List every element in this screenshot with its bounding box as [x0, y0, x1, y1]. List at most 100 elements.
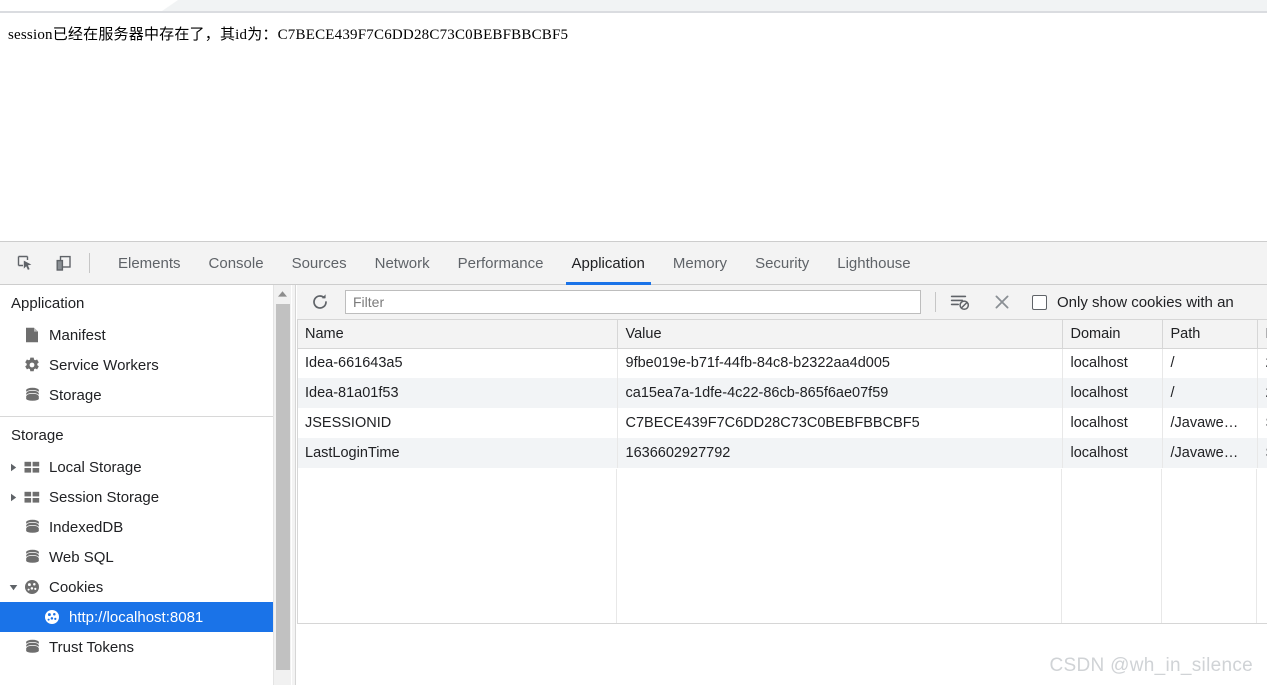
- only-show-issues-checkbox-row[interactable]: Only show cookies with an: [1032, 294, 1234, 311]
- database-icon: [22, 386, 42, 404]
- chevron-right-icon[interactable]: [6, 460, 20, 474]
- cell-domain: localhost: [1062, 378, 1163, 408]
- application-sidebar: Application Manifest Service Workers Sto…: [0, 285, 273, 685]
- grid-empty-area: [297, 469, 1267, 623]
- devtools-panel: Elements Console Sources Network Perform…: [0, 241, 1267, 685]
- device-toolbar-icon[interactable]: [49, 249, 77, 277]
- table-icon: [22, 488, 42, 506]
- sidebar-item-trust-tokens[interactable]: Trust Tokens: [0, 632, 273, 662]
- table-row[interactable]: Idea-81a01f53 ca15ea7a-1dfe-4c22-86cb-86…: [297, 378, 1267, 408]
- cell-path: /: [1162, 378, 1258, 408]
- cell-domain: localhost: [1062, 348, 1163, 378]
- tab-sources[interactable]: Sources: [278, 242, 361, 285]
- sidebar-item-label: IndexedDB: [49, 518, 124, 536]
- scroll-up-arrow-icon[interactable]: [274, 285, 291, 302]
- sidebar-item-web-sql[interactable]: Web SQL: [0, 542, 273, 572]
- cookies-toolbar: Only show cookies with an: [297, 285, 1267, 320]
- sidebar-heading-application: Application: [11, 295, 85, 312]
- scrollbar-thumb[interactable]: [276, 304, 290, 670]
- sidebar-item-label: http://localhost:8081: [69, 608, 204, 626]
- sidebar-item-label: Storage: [49, 386, 102, 404]
- close-icon[interactable]: [989, 289, 1015, 315]
- cell-expires: S: [1257, 438, 1267, 468]
- sidebar-item-label: Service Workers: [49, 356, 159, 374]
- panel-resize-divider[interactable]: [292, 285, 296, 685]
- database-icon: [22, 638, 42, 656]
- sidebar-item-service-workers[interactable]: Service Workers: [0, 350, 273, 380]
- chevron-down-icon[interactable]: [6, 580, 20, 594]
- tab-network[interactable]: Network: [361, 242, 444, 285]
- cell-value: 1636602927792: [617, 438, 1063, 468]
- cell-value: 9fbe019e-b71f-44fb-84c8-b2322aa4d005: [617, 348, 1063, 378]
- cell-path: /: [1162, 348, 1258, 378]
- sidebar-item-label: Local Storage: [49, 458, 142, 476]
- column-header-expires[interactable]: E: [1257, 320, 1267, 349]
- column-header-value[interactable]: Value: [617, 320, 1063, 349]
- page-viewport: session已经在服务器中存在了，其id为：C7BECE439F7C6DD28…: [0, 13, 1267, 241]
- tab-memory[interactable]: Memory: [659, 242, 741, 285]
- filler-col-domain: [1062, 469, 1162, 623]
- sidebar-item-storage-overview[interactable]: Storage: [0, 380, 273, 410]
- cell-path: /Javawe…: [1162, 408, 1258, 438]
- column-header-name[interactable]: Name: [297, 320, 618, 349]
- table-row[interactable]: JSESSIONID C7BECE439F7C6DD28C73C0BEBFBBC…: [297, 408, 1267, 438]
- sidebar-item-label: Cookies: [49, 578, 104, 596]
- table-icon: [22, 458, 42, 476]
- tab-elements[interactable]: Elements: [104, 242, 195, 285]
- sidebar-item-local-storage[interactable]: Local Storage: [0, 452, 273, 482]
- only-show-issues-checkbox[interactable]: [1032, 294, 1047, 310]
- tab-console[interactable]: Console: [195, 242, 278, 285]
- cell-path: /Javawe…: [1162, 438, 1258, 468]
- tab-security[interactable]: Security: [741, 242, 823, 285]
- table-row[interactable]: LastLoginTime 1636602927792 localhost /J…: [297, 438, 1267, 468]
- refresh-icon[interactable]: [307, 289, 333, 315]
- cell-value: ca15ea7a-1dfe-4c22-86cb-865f6ae07f59: [617, 378, 1063, 408]
- cookies-data-grid[interactable]: Name Value Domain Path E Idea-661643a5 9…: [297, 320, 1267, 685]
- cell-expires: S: [1257, 408, 1267, 438]
- document-icon: [22, 326, 42, 344]
- cell-name: Idea-661643a5: [297, 348, 618, 378]
- filler-col-value: [617, 469, 1062, 623]
- chevron-right-icon[interactable]: [6, 490, 20, 504]
- cell-expires: 2: [1257, 348, 1267, 378]
- sidebar-item-label: Web SQL: [49, 548, 114, 566]
- cell-domain: localhost: [1062, 438, 1163, 468]
- sidebar-heading-storage: Storage: [11, 427, 64, 444]
- browser-tab-shape: [170, 0, 1267, 11]
- browser-chrome-strip: [0, 0, 1267, 13]
- session-message-text: session已经在服务器中存在了，其id为：C7BECE439F7C6DD28…: [8, 27, 569, 43]
- filler-col-name: [297, 469, 617, 623]
- column-header-path[interactable]: Path: [1162, 320, 1258, 349]
- sidebar-item-session-storage[interactable]: Session Storage: [0, 482, 273, 512]
- toolbar-separator: [89, 253, 90, 273]
- sidebar-item-cookie-origin[interactable]: http://localhost:8081: [0, 602, 273, 632]
- cell-value: C7BECE439F7C6DD28C73C0BEBFBBCBF5: [617, 408, 1063, 438]
- cell-expires: 2: [1257, 378, 1267, 408]
- filler-col-path: [1162, 469, 1257, 623]
- sidebar-item-cookies[interactable]: Cookies: [0, 572, 273, 602]
- tab-lighthouse[interactable]: Lighthouse: [823, 242, 924, 285]
- inspect-element-icon[interactable]: [11, 249, 39, 277]
- cookies-panel: Only show cookies with an: [297, 285, 1267, 685]
- sidebar-item-manifest[interactable]: Manifest: [0, 320, 273, 350]
- cookie-table: Name Value Domain Path E Idea-661643a5 9…: [297, 320, 1267, 468]
- sidebar-item-indexeddb[interactable]: IndexedDB: [0, 512, 273, 542]
- tab-performance[interactable]: Performance: [444, 242, 558, 285]
- cell-name: Idea-81a01f53: [297, 378, 618, 408]
- column-header-domain[interactable]: Domain: [1062, 320, 1163, 349]
- cell-domain: localhost: [1062, 408, 1163, 438]
- tab-application[interactable]: Application: [558, 242, 659, 285]
- browser-tab-skew: [162, 0, 178, 11]
- sidebar-scrollbar[interactable]: [273, 285, 291, 685]
- clear-filter-icon[interactable]: [947, 289, 973, 315]
- filter-input[interactable]: [345, 290, 921, 314]
- cell-name: LastLoginTime: [297, 438, 618, 468]
- sidebar-item-label: Trust Tokens: [49, 638, 135, 656]
- cell-name: JSESSIONID: [297, 408, 618, 438]
- table-row[interactable]: Idea-661643a5 9fbe019e-b71f-44fb-84c8-b2…: [297, 348, 1267, 378]
- sidebar-item-label: Manifest: [49, 326, 106, 344]
- devtools-tabbar: Elements Console Sources Network Perform…: [0, 242, 1267, 285]
- toolbar-separator: [935, 292, 936, 312]
- grid-bottom-divider: [297, 623, 1267, 624]
- database-icon: [22, 518, 42, 536]
